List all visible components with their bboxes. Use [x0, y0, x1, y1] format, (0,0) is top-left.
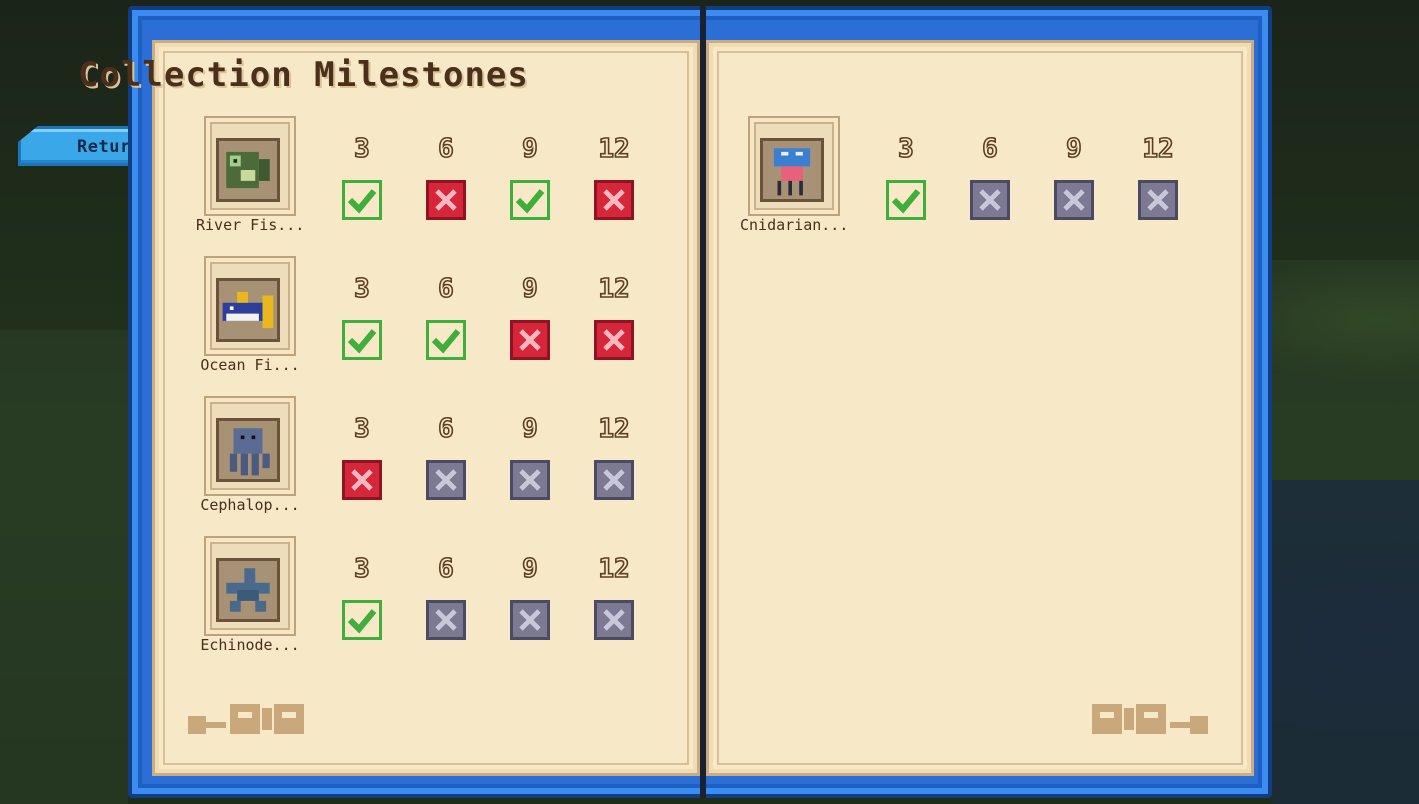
milestone[interactable]: 12: [592, 116, 636, 220]
milestone-locked-icon: [510, 600, 550, 640]
milestone-threshold: 9: [521, 273, 538, 305]
background-water: [1272, 480, 1419, 804]
background-grass: [1272, 260, 1419, 480]
collection-name: Ocean Fi...: [200, 356, 300, 374]
milestone[interactable]: 3: [340, 536, 384, 640]
collection-name: Echinode...: [200, 636, 300, 654]
milestone-locked-icon: [594, 460, 634, 500]
milestone-threshold: 12: [598, 413, 631, 445]
milestone[interactable]: 12: [592, 256, 636, 360]
milestone-threshold: 6: [437, 413, 454, 445]
collection-row: River Fis... 3 6 9 12: [196, 116, 662, 240]
milestone[interactable]: 3: [884, 116, 928, 220]
milestone-threshold: 9: [521, 413, 538, 445]
milestone-locked-icon: [594, 600, 634, 640]
milestone[interactable]: 6: [424, 396, 468, 500]
milestone-threshold: 12: [598, 553, 631, 585]
milestone-locked-icon: [510, 460, 550, 500]
milestone-locked-icon: [426, 460, 466, 500]
milestone[interactable]: 12: [592, 396, 636, 500]
milestone[interactable]: 6: [424, 116, 468, 220]
milestone[interactable]: 9: [508, 396, 552, 500]
milestone-threshold: 9: [521, 553, 538, 585]
milestone-fail-icon: [594, 180, 634, 220]
page-title: Collection Milestones: [78, 55, 529, 95]
ocean-fish-icon: [216, 278, 280, 342]
cephalopod-icon: [216, 418, 280, 482]
milestone-threshold: 6: [437, 553, 454, 585]
cnidarian-icon: [760, 138, 824, 202]
milestone[interactable]: 3: [340, 396, 384, 500]
milestone-fail-icon: [594, 320, 634, 360]
collection-row: Ocean Fi... 3 6 9 12: [200, 256, 662, 380]
milestone-locked-icon: [970, 180, 1010, 220]
milestone-check-icon: [426, 320, 466, 360]
collection-icon-frame[interactable]: Echinode...: [200, 536, 300, 660]
milestone[interactable]: 9: [1052, 116, 1096, 220]
milestone-check-icon: [342, 600, 382, 640]
milestone-threshold: 3: [353, 133, 370, 165]
milestone-locked-icon: [426, 600, 466, 640]
milestone-threshold: 6: [981, 133, 998, 165]
collection-row: Cnidarian... 3 6 9 12: [740, 116, 1206, 240]
collection-icon-frame[interactable]: River Fis...: [196, 116, 304, 240]
collection-icon-frame[interactable]: Cnidarian...: [740, 116, 848, 240]
milestone-locked-icon: [1054, 180, 1094, 220]
milestone-check-icon: [510, 180, 550, 220]
collection-row: Cephalop... 3 6 9 12: [200, 396, 662, 520]
milestone-threshold: 3: [897, 133, 914, 165]
collection-name: River Fis...: [196, 216, 304, 234]
river-fish-icon: [216, 138, 280, 202]
book-spine: [700, 6, 706, 798]
milestone-threshold: 3: [353, 273, 370, 305]
fish-bone-ornament-left: [188, 704, 304, 734]
milestone[interactable]: 12: [592, 536, 636, 640]
fish-bone-ornament-right: [1092, 704, 1208, 734]
milestone-check-icon: [886, 180, 926, 220]
milestone[interactable]: 6: [968, 116, 1012, 220]
milestone-threshold: 6: [437, 273, 454, 305]
milestone[interactable]: 9: [508, 536, 552, 640]
milestone-fail-icon: [426, 180, 466, 220]
milestone[interactable]: 12: [1136, 116, 1180, 220]
milestone[interactable]: 9: [508, 116, 552, 220]
background-grass: [0, 330, 128, 804]
milestone-fail-icon: [342, 460, 382, 500]
milestone-threshold: 9: [1065, 133, 1082, 165]
milestone[interactable]: 6: [424, 536, 468, 640]
milestone-threshold: 9: [521, 133, 538, 165]
collection-icon-frame[interactable]: Ocean Fi...: [200, 256, 300, 380]
collection-icon-frame[interactable]: Cephalop...: [200, 396, 300, 520]
milestone[interactable]: 3: [340, 116, 384, 220]
milestone-check-icon: [342, 320, 382, 360]
milestone-threshold: 12: [598, 273, 631, 305]
milestone-locked-icon: [1138, 180, 1178, 220]
milestone-check-icon: [342, 180, 382, 220]
milestone-threshold: 12: [1142, 133, 1175, 165]
milestone[interactable]: 3: [340, 256, 384, 360]
milestone[interactable]: 6: [424, 256, 468, 360]
milestone-threshold: 3: [353, 413, 370, 445]
echinoderm-icon: [216, 558, 280, 622]
milestone-threshold: 12: [598, 133, 631, 165]
collection-name: Cnidarian...: [740, 216, 848, 234]
collection-name: Cephalop...: [200, 496, 300, 514]
collection-row: Echinode... 3 6 9 12: [200, 536, 662, 660]
milestone-fail-icon: [510, 320, 550, 360]
milestone-threshold: 6: [437, 133, 454, 165]
milestone[interactable]: 9: [508, 256, 552, 360]
milestone-threshold: 3: [353, 553, 370, 585]
